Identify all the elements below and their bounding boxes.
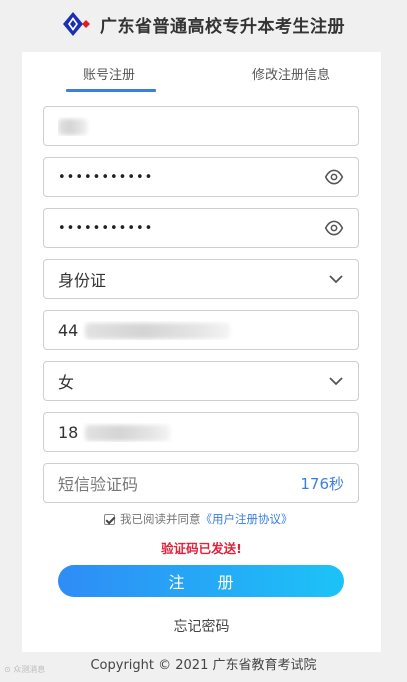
eye-icon[interactable] (324, 218, 344, 238)
active-tab-indicator (66, 89, 156, 92)
confirm-password-value: ••••••••••• (58, 220, 154, 236)
id-type-value: 身份证 (58, 271, 107, 290)
chevron-down-icon (329, 275, 343, 284)
confirm-password-input[interactable]: ••••••••••• (43, 208, 359, 248)
agreement-row: 我已阅读并同意 《用户注册协议》 (104, 511, 293, 527)
sms-code-placeholder: 短信验证码 (58, 475, 139, 494)
status-message: 验证码已发送! (161, 541, 242, 556)
account-input[interactable] (43, 106, 359, 146)
id-number-input[interactable]: 44 (43, 310, 359, 350)
chevron-down-icon (329, 377, 343, 386)
id-number-prefix: 44 (58, 320, 79, 340)
password-value: ••••••••••• (58, 169, 154, 185)
id-type-select[interactable]: 身份证 (43, 259, 359, 299)
gender-value: 女 (58, 373, 75, 392)
blurred-id-number (85, 323, 231, 339)
password-input[interactable]: ••••••••••• (43, 157, 359, 197)
watermark: ⊙ 众测消息 (4, 665, 46, 674)
tab-bar: 账号注册 修改注册信息 (22, 52, 381, 92)
agreement-checkbox[interactable] (104, 513, 115, 525)
blurred-account-value (58, 119, 88, 135)
agreement-link[interactable]: 《用户注册协议》 (201, 511, 293, 527)
tab-account-register[interactable]: 账号注册 (83, 64, 135, 83)
phone-prefix: 18 (58, 422, 79, 442)
forgot-password-link[interactable]: 忘记密码 (22, 616, 381, 636)
footer-copyright: Copyright © 2021 广东省教育考试院 (90, 658, 317, 673)
blurred-phone-number (85, 425, 171, 441)
gender-select[interactable]: 女 (43, 361, 359, 401)
sms-countdown: 176秒 (300, 474, 344, 493)
phone-input[interactable]: 18 (43, 412, 359, 452)
register-button[interactable]: 注 册 (58, 565, 344, 597)
agreement-text: 我已阅读并同意 (120, 512, 201, 526)
sms-code-input[interactable]: 短信验证码 176秒 (43, 463, 359, 503)
site-title: 广东省普通高校专升本考生注册 (100, 16, 345, 37)
diamond-logo-icon (63, 12, 90, 36)
page-header: 广东省普通高校专升本考生注册 (0, 0, 407, 48)
register-card: 账号注册 修改注册信息 ••••••••••• ••••••••••• 身份证 … (22, 52, 381, 652)
eye-icon[interactable] (324, 167, 344, 187)
tab-edit-registration[interactable]: 修改注册信息 (252, 64, 330, 83)
